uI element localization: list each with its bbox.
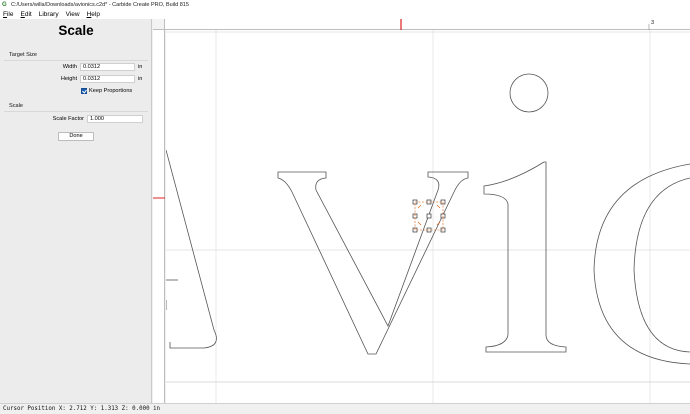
menu-view-label: View [65,10,80,18]
scale-factor-input[interactable] [87,115,143,123]
design-canvas[interactable] [166,30,690,403]
ruler-corner [153,19,165,30]
ruler-top: 3 [165,19,690,30]
menu-library[interactable]: Library [39,11,59,18]
letter-i-dot [509,73,549,113]
menu-file[interactable]: File [3,11,14,18]
handle-center [426,213,432,219]
letter-a-outline [166,149,217,349]
section-divider [4,111,148,112]
menu-edit[interactable]: Edit [21,11,32,18]
done-button[interactable]: Done [58,132,94,141]
keep-proportions-label: Keep Proportions [89,88,133,94]
scale-section-label: Scale [9,103,23,109]
target-size-section-label: Target Size [9,52,37,58]
height-unit: in [138,76,143,82]
menu-file-label: ile [6,10,14,18]
letter-o-inner [633,177,690,353]
keep-proportions-checkbox[interactable] [81,88,87,94]
letter-v-outline [277,171,469,355]
ruler-top-label: 3 [651,20,655,26]
menu-help-label: elp [91,10,100,18]
menu-edit-label: dit [24,10,32,18]
cursor-position-readout: Cursor Position X: 2.712 Y: 1.313 Z: 0.0… [3,406,161,412]
height-input[interactable] [80,75,135,83]
section-divider [4,60,148,61]
selection-handles [412,199,446,233]
width-label: Width [62,64,77,70]
scale-factor-label: Scale Factor [52,116,84,122]
height-label: Height [60,76,77,82]
menu-view[interactable]: View [66,11,80,18]
menu-bar: File Edit Library View Help [0,9,690,19]
canvas-drawing [166,30,690,403]
width-input[interactable] [80,63,135,71]
ruler-top-ticks [400,19,650,30]
letter-i-stem [483,161,567,353]
ruler-left [153,30,165,403]
status-bar: Cursor Position X: 2.712 Y: 1.313 Z: 0.0… [0,403,690,414]
title-bar: G C:/Users/willa/Downloads/avionics.c2d*… [0,0,690,9]
letter-o-outline [593,163,690,365]
carbide-app-icon: G [2,1,7,8]
menu-library-label: Library [38,10,59,18]
scale-panel: Scale Target Size Width in Height in Kee… [0,19,152,403]
width-unit: in [138,64,143,70]
panel-title: Scale [58,23,94,38]
menu-help[interactable]: Help [87,11,100,18]
ruler-left-ticks [153,197,165,199]
window-title: C:/Users/willa/Downloads/avionics.c2d* -… [11,1,189,8]
